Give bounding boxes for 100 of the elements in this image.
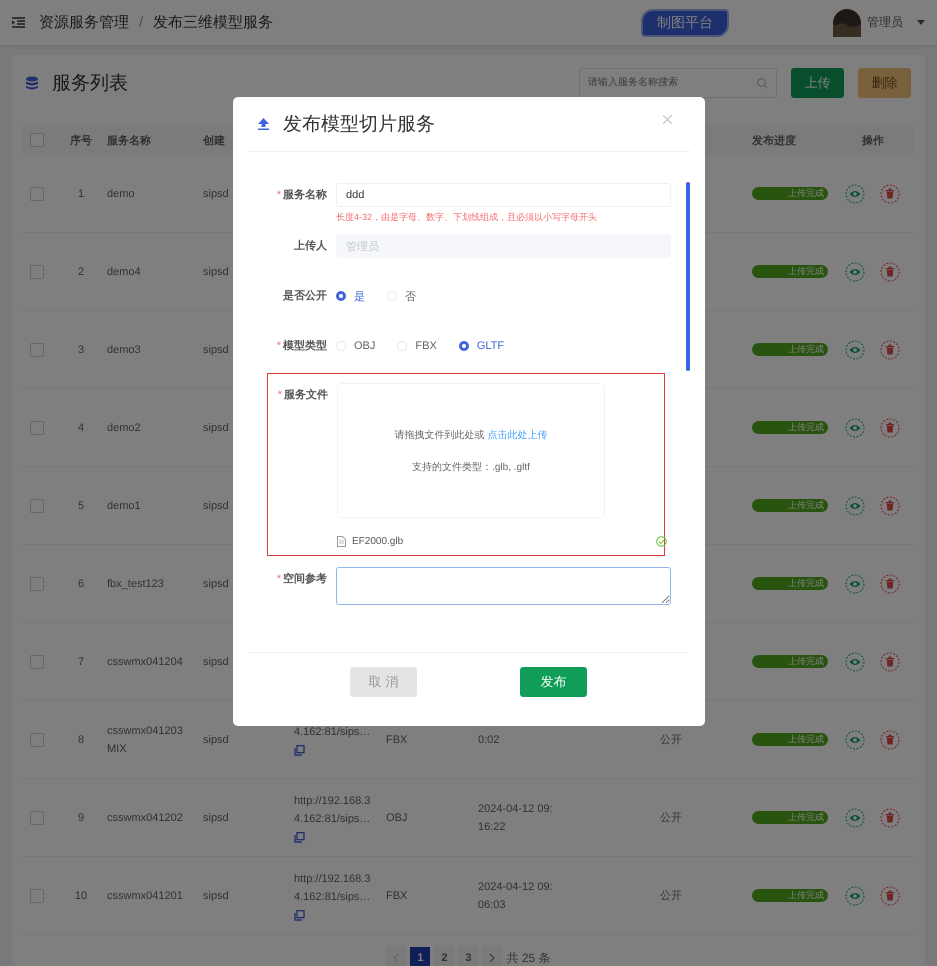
- checkbox[interactable]: [30, 888, 44, 902]
- error-message: 长度4-32，由是字母、数字、下划线组成，且必须以小写字母开头: [336, 211, 598, 224]
- delete-icon[interactable]: [880, 184, 900, 204]
- close-icon[interactable]: [663, 115, 672, 124]
- table-cell: sipsd: [203, 578, 229, 590]
- text-area[interactable]: [336, 567, 671, 605]
- table-cell-text: demo2: [107, 420, 142, 436]
- delete-icon[interactable]: [880, 496, 900, 516]
- required-mark: *: [278, 388, 282, 403]
- table-cell: FBX: [386, 890, 408, 902]
- scrollbar[interactable]: [686, 182, 690, 371]
- table-cell: sipsd: [203, 734, 229, 746]
- table-cell: OBJ: [386, 812, 408, 824]
- table-cell-text: csswmx041202: [107, 810, 184, 826]
- view-icon[interactable]: [845, 418, 865, 438]
- text-field[interactable]: ddd: [336, 183, 671, 207]
- table-cell-text: demo: [107, 186, 136, 202]
- copy-icon[interactable]: [294, 832, 305, 843]
- upload-hint: 请拖拽文件到此处或 点击此处上传: [394, 428, 548, 442]
- checkbox[interactable]: [30, 810, 44, 824]
- table-cell-text: demo3: [107, 342, 142, 358]
- view-icon[interactable]: [845, 652, 865, 672]
- checkbox[interactable]: [30, 654, 44, 668]
- column-header[interactable]: 发布进度: [745, 132, 840, 148]
- column-header[interactable]: 序号: [62, 132, 100, 148]
- radio-option[interactable]: 是: [336, 288, 365, 304]
- view-icon[interactable]: [845, 262, 865, 282]
- delete-icon[interactable]: [880, 574, 900, 594]
- radio-option[interactable]: 否: [387, 288, 416, 304]
- table-cell: sipsd: [203, 188, 229, 200]
- cancel-button[interactable]: 取 消: [350, 667, 417, 697]
- delete-icon[interactable]: [880, 886, 900, 906]
- table-cell-text: csswmx041201: [107, 888, 184, 904]
- copy-icon[interactable]: [294, 745, 305, 756]
- table-cell-text: http://192.168.34.162:81/sips…: [294, 872, 372, 905]
- search-field[interactable]: 请输入服务名称搜索: [579, 68, 777, 98]
- view-icon[interactable]: [845, 496, 865, 516]
- progress-bar: 上传完成: [752, 811, 828, 824]
- menu-icon[interactable]: [12, 17, 25, 28]
- view-icon[interactable]: [845, 808, 865, 828]
- caret-icon[interactable]: [917, 20, 925, 25]
- platform-badge[interactable]: 制图平台: [641, 8, 729, 36]
- table-cell-text: fbx_test123: [107, 576, 165, 592]
- page-button[interactable]: 3: [458, 947, 478, 966]
- copy-icon[interactable]: [294, 910, 305, 921]
- field-label: 模型类型: [283, 338, 327, 354]
- file-icon: [337, 536, 346, 547]
- checkbox[interactable]: [30, 342, 44, 356]
- card-title: 服务列表: [52, 72, 128, 96]
- delete-icon[interactable]: [880, 808, 900, 828]
- table-cell-text: 9: [76, 812, 86, 824]
- field-label: 服务名称: [283, 188, 327, 203]
- checkbox[interactable]: [30, 420, 44, 434]
- column-header[interactable]: 操作: [840, 132, 915, 148]
- view-icon[interactable]: [845, 574, 865, 594]
- view-icon[interactable]: [845, 886, 865, 906]
- table-cell-text: http://192.168.34.162:81/sips…: [294, 794, 372, 827]
- field-label: 是否公开: [283, 289, 327, 304]
- view-icon[interactable]: [845, 730, 865, 750]
- file-types: 支持的文件类型：.glb, .gltf: [412, 460, 530, 474]
- avatar[interactable]: [833, 8, 861, 36]
- breadcrumb-item[interactable]: 资源服务管理: [39, 13, 129, 32]
- table-cell: sipsd: [203, 266, 229, 278]
- toolbar-button[interactable]: 上传: [791, 68, 844, 98]
- page-button[interactable]: 1: [410, 947, 430, 966]
- radio-option[interactable]: OBJ: [336, 340, 376, 352]
- delete-icon[interactable]: [880, 418, 900, 438]
- checkbox[interactable]: [30, 576, 44, 590]
- table-cell-text: csswmx041204: [107, 654, 184, 670]
- table-cell: sipsd: [203, 812, 229, 824]
- table-cell: sipsd: [203, 500, 229, 512]
- page-button[interactable]: 2: [434, 947, 454, 966]
- table-cell: sipsd: [203, 422, 229, 434]
- view-icon[interactable]: [845, 340, 865, 360]
- delete-icon[interactable]: [880, 730, 900, 750]
- upload-dropzone[interactable]: 请拖拽文件到此处或 点击此处上传 支持的文件类型：.glb, .gltf: [337, 383, 605, 518]
- table-cell: FBX: [386, 734, 408, 746]
- search-icon[interactable]: [757, 78, 768, 88]
- progress-bar: 上传完成: [752, 655, 828, 668]
- upload-link[interactable]: 点击此处上传: [487, 430, 548, 440]
- radio-option[interactable]: FBX: [397, 340, 437, 352]
- table-cell-text: 5: [76, 500, 86, 512]
- checkbox[interactable]: [30, 498, 44, 512]
- checkbox[interactable]: [30, 264, 44, 278]
- table-cell-text: demo1: [107, 498, 142, 514]
- delete-icon[interactable]: [880, 262, 900, 282]
- publish-button[interactable]: 发布: [520, 667, 587, 697]
- checkbox[interactable]: [30, 133, 44, 147]
- table-cell-text: 0:02: [478, 732, 500, 748]
- column-header[interactable]: 服务名称: [100, 132, 196, 148]
- table-cell: 公开: [660, 812, 682, 824]
- checkbox[interactable]: [30, 732, 44, 746]
- delete-icon[interactable]: [880, 652, 900, 672]
- view-icon[interactable]: [845, 184, 865, 204]
- table-cell: sipsd: [203, 656, 229, 668]
- user-name[interactable]: 管理员: [867, 14, 903, 31]
- field-label: 空间参考: [283, 572, 327, 587]
- checkbox[interactable]: [30, 186, 44, 200]
- radio-option[interactable]: GLTF: [458, 340, 504, 352]
- delete-icon[interactable]: [880, 340, 900, 360]
